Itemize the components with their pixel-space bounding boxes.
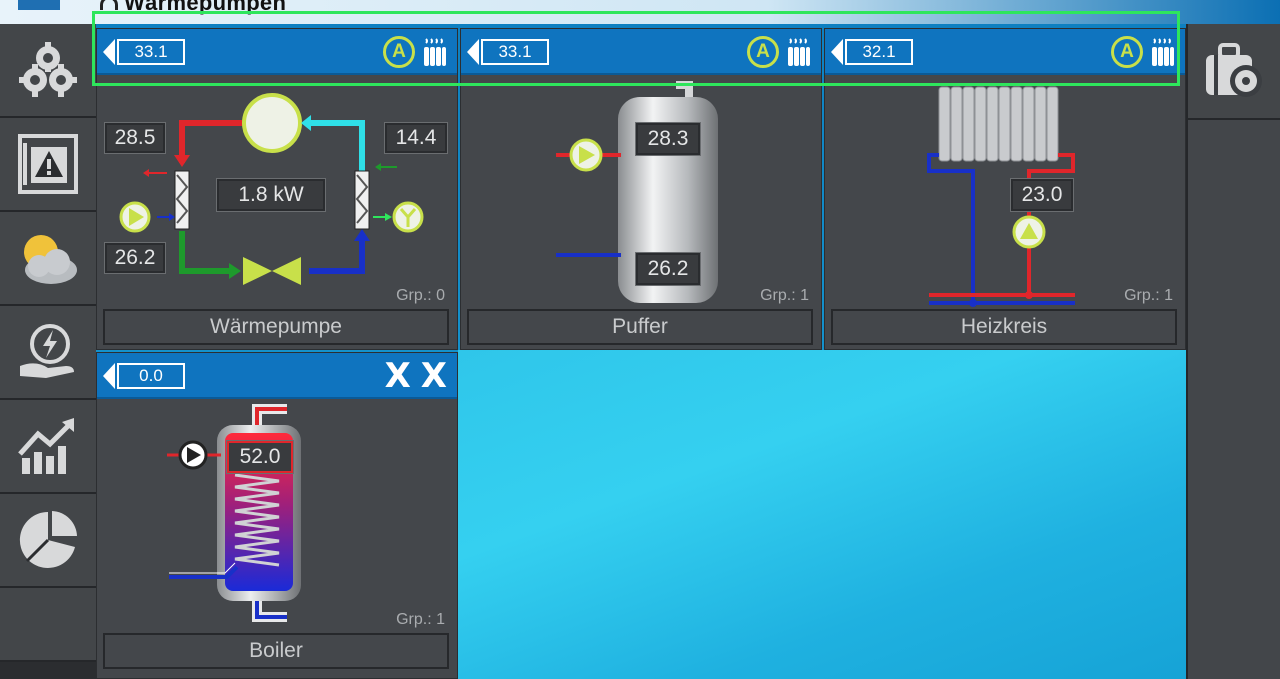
auto-mode-icon[interactable]: A	[1111, 36, 1143, 68]
panel-header: 32.1 A	[825, 29, 1185, 75]
panel-puffer: 33.1 A 28.3 26.2 Grp.: 1 Puffer	[460, 28, 822, 350]
weather-button[interactable]	[0, 212, 96, 306]
right-sidebar	[1186, 24, 1280, 679]
warning-icon	[18, 134, 78, 194]
heating-circuit-diagram	[927, 86, 1075, 307]
panel-header: 0.0 X X	[97, 353, 457, 399]
panel-boiler: 0.0 X X 52.0 Grp.: 1 Boiler	[96, 352, 458, 679]
panel-name-button[interactable]: Boiler	[103, 633, 449, 669]
temp-condenser-in: 26.2	[104, 242, 166, 274]
group-label: Grp.: 1	[396, 611, 445, 628]
statistics-button[interactable]	[0, 400, 96, 494]
left-sidebar	[0, 24, 96, 679]
auto-mode-icon[interactable]: A	[383, 36, 415, 68]
setpoint-button[interactable]: 33.1	[467, 37, 549, 67]
temp-condenser-out: 28.5	[104, 122, 166, 154]
temp-buffer-top: 28.3	[635, 122, 701, 156]
back-arrow-icon	[831, 39, 843, 65]
energy-hand-icon	[20, 324, 74, 378]
settings-button[interactable]	[0, 24, 96, 118]
temp-buffer-bottom: 26.2	[635, 252, 701, 286]
setpoint-button[interactable]: 32.1	[831, 37, 913, 67]
setpoint-value: 33.1	[481, 39, 549, 65]
setpoint-value: 33.1	[117, 39, 185, 65]
panel-name-button[interactable]: Puffer	[467, 309, 813, 345]
heating-mode-icon[interactable]	[1151, 37, 1175, 67]
energy-button[interactable]	[0, 306, 96, 400]
heating-off-icon[interactable]: X	[421, 359, 447, 393]
weather-icon	[24, 235, 77, 284]
heating-mode-icon[interactable]	[787, 37, 811, 67]
chart-icon	[18, 418, 74, 474]
panel-heizkreis: 32.1 A 23.0 Grp.: 1 Heizkreis	[824, 28, 1186, 350]
alarm-button[interactable]	[0, 118, 96, 212]
toolbox-settings-icon	[1206, 43, 1262, 97]
title-bar: Wärmepumpen	[0, 0, 1280, 24]
water-background	[458, 350, 1186, 679]
app-logo	[18, 0, 60, 10]
auto-mode-icon[interactable]: A	[747, 36, 779, 68]
setpoint-value: 32.1	[845, 39, 913, 65]
setpoint-button[interactable]: 33.1	[103, 37, 185, 67]
heat-pump-title-icon	[100, 0, 118, 10]
back-arrow-icon	[103, 363, 115, 389]
sidebar-empty-slot	[0, 588, 96, 662]
gears-icon	[19, 42, 77, 97]
service-button[interactable]	[1188, 24, 1280, 120]
panel-header: 33.1 A	[461, 29, 821, 75]
panel-name-button[interactable]: Heizkreis	[831, 309, 1177, 345]
group-label: Grp.: 0	[396, 287, 445, 304]
page-title: Wärmepumpen	[124, 0, 287, 15]
power-display: 1.8 kW	[216, 178, 326, 212]
temp-flow: 23.0	[1010, 178, 1074, 212]
right-sidebar-empty	[1188, 120, 1280, 679]
back-arrow-icon	[103, 39, 115, 65]
pie-chart-icon	[19, 511, 77, 568]
mode-off-icon[interactable]: X	[385, 359, 411, 393]
boiler-diagram	[167, 404, 301, 622]
group-label: Grp.: 1	[760, 287, 809, 304]
panel-header: 33.1 A	[97, 29, 457, 75]
setpoint-value: 0.0	[117, 363, 185, 389]
panel-name-button[interactable]: Wärmepumpe	[103, 309, 449, 345]
group-label: Grp.: 1	[1124, 287, 1173, 304]
temp-evaporator-in: 14.4	[384, 122, 448, 154]
back-arrow-icon	[467, 39, 479, 65]
setpoint-button[interactable]: 0.0	[103, 361, 185, 391]
heating-mode-icon[interactable]	[423, 37, 447, 67]
panel-waermepumpe: 33.1 A 28.5 14.4 26.2 1.8 kW Grp.: 0 Wär…	[96, 28, 458, 350]
temp-boiler: 52.0	[226, 440, 294, 474]
pie-chart-button[interactable]	[0, 494, 96, 588]
